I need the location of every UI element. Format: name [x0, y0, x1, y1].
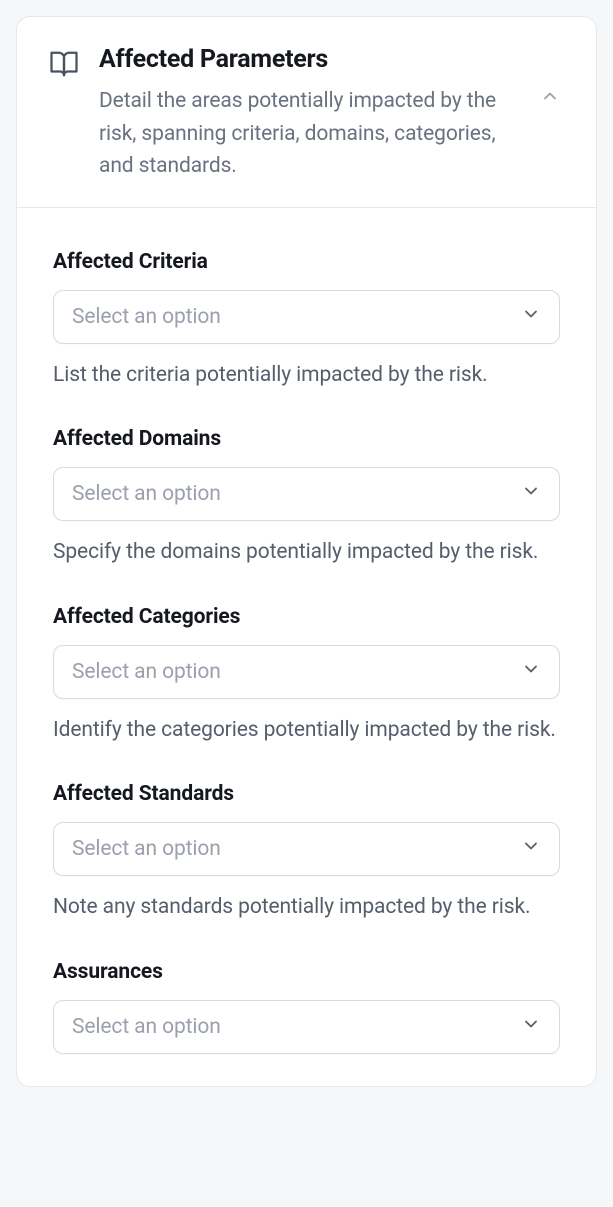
affected-domains-label: Affected Domains: [53, 427, 560, 451]
affected-categories-select[interactable]: Select an option: [53, 645, 560, 699]
card-header-text: Affected Parameters Detail the areas pot…: [99, 45, 516, 183]
affected-criteria-group: Affected Criteria Select an option List …: [53, 250, 560, 392]
affected-criteria-select[interactable]: Select an option: [53, 290, 560, 344]
select-placeholder: Select an option: [72, 1015, 221, 1039]
collapse-button[interactable]: [536, 83, 564, 111]
card-title: Affected Parameters: [99, 45, 516, 75]
card-header: Affected Parameters Detail the areas pot…: [17, 17, 596, 208]
affected-criteria-help: List the criteria potentially impacted b…: [53, 360, 560, 392]
assurances-select[interactable]: Select an option: [53, 1000, 560, 1054]
card-subtitle: Detail the areas potentially impacted by…: [99, 85, 516, 183]
affected-domains-select[interactable]: Select an option: [53, 467, 560, 521]
assurances-group: Assurances Select an option: [53, 960, 560, 1054]
affected-standards-group: Affected Standards Select an option Note…: [53, 782, 560, 924]
affected-domains-help: Specify the domains potentially impacted…: [53, 537, 560, 569]
affected-categories-group: Affected Categories Select an option Ide…: [53, 605, 560, 747]
affected-categories-label: Affected Categories: [53, 605, 560, 629]
card-body: Affected Criteria Select an option List …: [17, 208, 596, 1086]
select-placeholder: Select an option: [72, 660, 221, 684]
chevron-down-icon: [521, 1014, 541, 1040]
select-placeholder: Select an option: [72, 482, 221, 506]
chevron-down-icon: [521, 659, 541, 685]
chevron-down-icon: [521, 836, 541, 862]
affected-standards-label: Affected Standards: [53, 782, 560, 806]
affected-criteria-label: Affected Criteria: [53, 250, 560, 274]
affected-standards-select[interactable]: Select an option: [53, 822, 560, 876]
select-placeholder: Select an option: [72, 837, 221, 861]
chevron-down-icon: [521, 481, 541, 507]
select-placeholder: Select an option: [72, 305, 221, 329]
affected-standards-help: Note any standards potentially impacted …: [53, 892, 560, 924]
book-icon: [49, 49, 79, 79]
assurances-label: Assurances: [53, 960, 560, 984]
chevron-down-icon: [521, 304, 541, 330]
affected-categories-help: Identify the categories potentially impa…: [53, 715, 560, 747]
chevron-up-icon: [540, 86, 560, 109]
affected-domains-group: Affected Domains Select an option Specif…: [53, 427, 560, 569]
affected-parameters-card: Affected Parameters Detail the areas pot…: [16, 16, 597, 1087]
